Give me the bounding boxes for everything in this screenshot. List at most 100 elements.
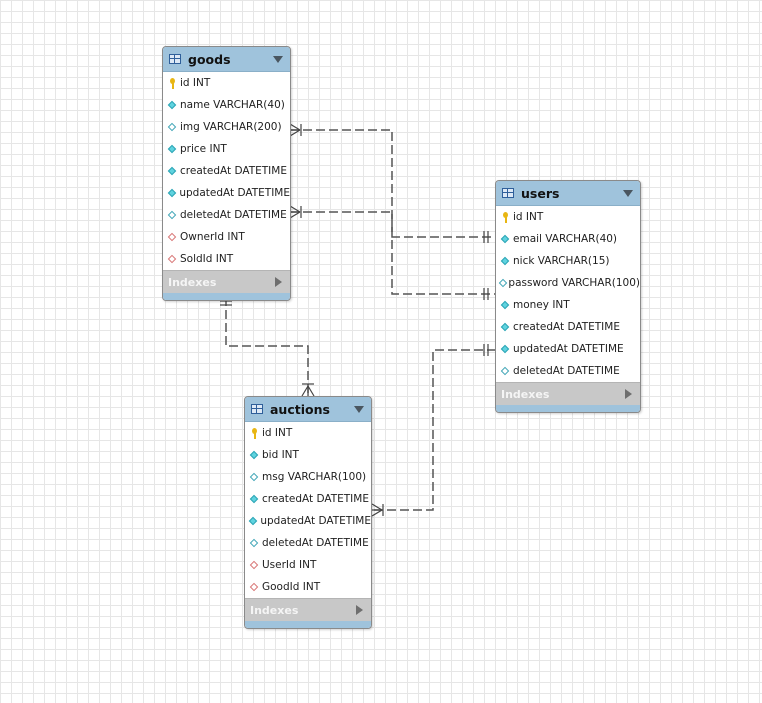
column-label: updatedAt DATETIME (260, 515, 371, 527)
column-row[interactable]: updatedAt DATETIME (245, 510, 371, 532)
column-label: msg VARCHAR(100) (262, 471, 367, 483)
column-row[interactable]: UserId INT (245, 554, 371, 576)
table-icon (169, 54, 181, 64)
column-row[interactable]: createdAt DATETIME (245, 488, 371, 510)
table-title: users (521, 185, 560, 201)
column-hollow-icon (247, 538, 261, 548)
column-filled-icon (165, 166, 179, 176)
column-label: updatedAt DATETIME (513, 343, 624, 355)
column-row[interactable]: img VARCHAR(200) (163, 116, 290, 138)
table-goods[interactable]: goods id INT name VARCHAR(40) img VARCHAR(… (162, 46, 291, 301)
column-row[interactable]: price INT (163, 138, 290, 160)
column-label: password VARCHAR(100) (508, 277, 640, 289)
column-row[interactable]: msg VARCHAR(100) (245, 466, 371, 488)
column-row[interactable]: id INT (245, 422, 371, 444)
crows-foot-many-icon (289, 123, 302, 137)
column-label: UserId INT (262, 559, 317, 571)
column-row[interactable]: password VARCHAR(100) (496, 272, 640, 294)
column-list: id INT name VARCHAR(40) img VARCHAR(200) pr… (163, 72, 290, 270)
collapse-caret-icon[interactable] (623, 190, 633, 197)
column-row[interactable]: money INT (496, 294, 640, 316)
column-row[interactable]: createdAt DATETIME (496, 316, 640, 338)
column-list: id INT email VARCHAR(40) nick VARCHAR(15) p… (496, 206, 640, 382)
column-label: img VARCHAR(200) (180, 121, 282, 133)
indexes-section[interactable]: Indexes (163, 270, 290, 293)
crows-foot-many-icon (289, 205, 302, 219)
table-icon (502, 188, 514, 198)
connector-goods-auctions[interactable] (225, 297, 309, 396)
column-label: createdAt DATETIME (180, 165, 287, 177)
column-row[interactable]: updatedAt DATETIME (163, 182, 290, 204)
indexes-section[interactable]: Indexes (245, 598, 371, 621)
foreign-key-icon (247, 582, 261, 592)
column-label: email VARCHAR(40) (513, 233, 618, 245)
column-label: createdAt DATETIME (262, 493, 369, 505)
column-filled-icon (498, 256, 512, 266)
table-icon (251, 404, 263, 414)
connector-users-goods-owner[interactable] (290, 129, 496, 238)
column-row[interactable]: nick VARCHAR(15) (496, 250, 640, 272)
column-label: nick VARCHAR(15) (513, 255, 610, 267)
column-filled-icon (165, 100, 179, 110)
column-label: price INT (180, 143, 227, 155)
connector-users-goods-sold[interactable] (290, 211, 496, 295)
column-label: GoodId INT (262, 581, 321, 593)
primary-key-icon (165, 78, 179, 89)
column-label: deletedAt DATETIME (513, 365, 620, 377)
column-hollow-icon (498, 278, 507, 288)
expand-arrow-icon[interactable] (275, 277, 282, 287)
indexes-label: Indexes (168, 275, 217, 289)
column-row[interactable]: GoodId INT (245, 576, 371, 598)
column-row[interactable]: SoldId INT (163, 248, 290, 270)
table-auctions[interactable]: auctions id INT bid INT msg VARCHAR(100) cr… (244, 396, 372, 629)
indexes-label: Indexes (250, 603, 299, 617)
column-row[interactable]: name VARCHAR(40) (163, 94, 290, 116)
table-header[interactable]: goods (163, 47, 290, 72)
table-header[interactable]: auctions (245, 397, 371, 422)
column-row[interactable]: updatedAt DATETIME (496, 338, 640, 360)
column-list: id INT bid INT msg VARCHAR(100) createdAt D… (245, 422, 371, 598)
table-footer (163, 293, 290, 300)
crows-foot-many-icon (371, 503, 384, 517)
column-label: SoldId INT (180, 253, 234, 265)
foreign-key-icon (247, 560, 261, 570)
column-row[interactable]: deletedAt DATETIME (245, 532, 371, 554)
foreign-key-icon (165, 254, 179, 264)
table-title: goods (188, 51, 231, 67)
column-row[interactable]: id INT (163, 72, 290, 94)
column-row[interactable]: deletedAt DATETIME (163, 204, 290, 226)
column-label: bid INT (262, 449, 299, 461)
column-label: OwnerId INT (180, 231, 245, 243)
column-label: updatedAt DATETIME (179, 187, 290, 199)
column-label: name VARCHAR(40) (180, 99, 285, 111)
column-filled-icon (247, 450, 261, 460)
column-filled-icon (247, 494, 261, 504)
table-users[interactable]: users id INT email VARCHAR(40) nick VARCHA… (495, 180, 641, 413)
collapse-caret-icon[interactable] (354, 406, 364, 413)
expand-arrow-icon[interactable] (356, 605, 363, 615)
column-label: id INT (262, 427, 293, 439)
connector-users-auctions[interactable] (372, 349, 496, 511)
relationship-connectors (220, 123, 496, 517)
collapse-caret-icon[interactable] (273, 56, 283, 63)
column-hollow-icon (498, 366, 512, 376)
primary-key-icon (247, 428, 261, 439)
column-row[interactable]: createdAt DATETIME (163, 160, 290, 182)
column-filled-icon (165, 144, 179, 154)
one-and-only-one-icon (483, 344, 489, 356)
column-label: deletedAt DATETIME (180, 209, 287, 221)
table-header[interactable]: users (496, 181, 640, 206)
table-title: auctions (270, 401, 330, 417)
column-hollow-icon (165, 122, 179, 132)
indexes-label: Indexes (501, 387, 550, 401)
column-row[interactable]: email VARCHAR(40) (496, 228, 640, 250)
column-row[interactable]: OwnerId INT (163, 226, 290, 248)
column-row[interactable]: bid INT (245, 444, 371, 466)
column-row[interactable]: id INT (496, 206, 640, 228)
expand-arrow-icon[interactable] (625, 389, 632, 399)
column-row[interactable]: deletedAt DATETIME (496, 360, 640, 382)
indexes-section[interactable]: Indexes (496, 382, 640, 405)
column-filled-icon (247, 516, 259, 526)
column-label: id INT (513, 211, 544, 223)
column-label: id INT (180, 77, 211, 89)
